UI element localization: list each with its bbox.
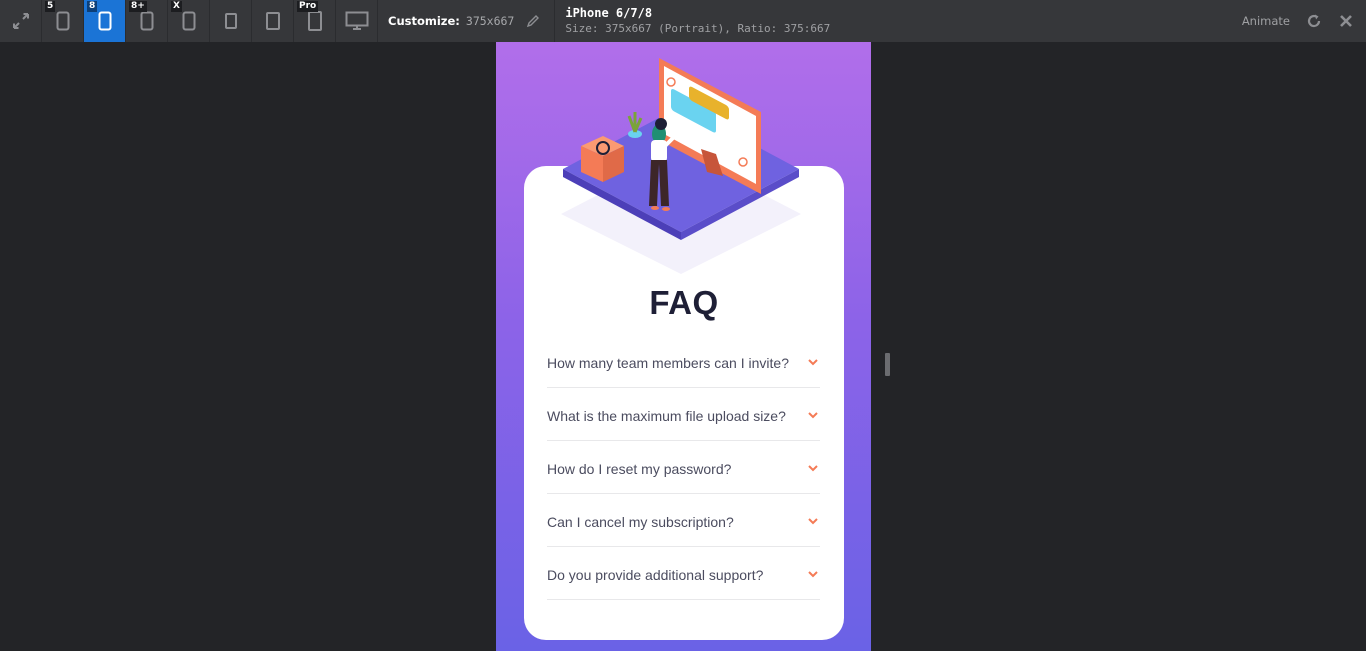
faq-item[interactable]: How many team members can I invite? xyxy=(547,335,820,388)
woman-online-illustration xyxy=(561,58,801,274)
toolbar: 5 8 8+ X Pro Customize: 375x667 iPhone 6… xyxy=(0,0,1366,42)
pencil-icon[interactable] xyxy=(526,14,540,28)
faq-item[interactable]: Do you provide additional support? xyxy=(547,547,820,600)
phone-icon xyxy=(98,11,111,31)
device-ipad-landscape-button[interactable] xyxy=(252,0,294,42)
chevron-down-icon xyxy=(807,516,819,528)
tablet-icon xyxy=(307,11,322,31)
faq-question: Can I cancel my subscription? xyxy=(547,513,734,530)
device-info: iPhone 6/7/8 Size: 375x667 (Portrait), R… xyxy=(555,0,830,42)
device-badge: Pro xyxy=(297,1,319,12)
device-iphone-5-button[interactable]: 5 xyxy=(42,0,84,42)
animate-toggle[interactable]: Animate xyxy=(1242,14,1290,28)
fullscreen-button[interactable] xyxy=(0,0,42,42)
device-badge: 5 xyxy=(45,1,56,12)
faq-question: How many team members can I invite? xyxy=(547,354,789,371)
customize-value: 375x667 xyxy=(465,14,515,28)
faq-item[interactable]: Can I cancel my subscription? xyxy=(547,494,820,547)
chevron-down-icon xyxy=(807,569,819,581)
device-name: iPhone 6/7/8 xyxy=(565,6,653,20)
monitor-icon xyxy=(345,11,368,30)
device-size: Size: 375x667 (Portrait), Ratio: 375:667 xyxy=(565,22,831,35)
customize-label: Customize: xyxy=(388,14,460,28)
rotate-icon[interactable] xyxy=(1306,13,1322,29)
expand-icon xyxy=(12,13,29,29)
faq-question: What is the maximum file upload size? xyxy=(547,407,786,424)
viewport-resize-handle[interactable] xyxy=(885,353,890,376)
phone-icon xyxy=(56,11,69,31)
faq-list: How many team members can I invite? What… xyxy=(547,335,820,600)
faq-item[interactable]: What is the maximum file upload size? xyxy=(547,388,820,441)
customize-size-control[interactable]: Customize: 375x667 xyxy=(378,0,556,42)
device-iphone-8-plus-button[interactable]: 8+ xyxy=(126,0,168,42)
faq-item[interactable]: How do I reset my password? xyxy=(547,441,820,494)
device-ipad-pro-button[interactable]: Pro xyxy=(294,0,336,42)
device-badge: 8 xyxy=(87,1,98,12)
device-badge: 8+ xyxy=(129,1,147,12)
close-icon[interactable] xyxy=(1338,13,1354,29)
chevron-down-icon xyxy=(807,410,819,422)
tablet-icon xyxy=(265,12,280,30)
device-badge: X xyxy=(171,1,182,12)
faq-question: How do I reset my password? xyxy=(547,460,732,477)
chevron-down-icon xyxy=(807,357,819,369)
device-desktop-button[interactable] xyxy=(336,0,378,42)
chevron-down-icon xyxy=(807,463,819,475)
device-iphone-8-button[interactable]: 8 xyxy=(84,0,126,42)
device-viewport: FAQ How many team members can I invite? … xyxy=(496,42,871,651)
faq-question: Do you provide additional support? xyxy=(547,566,764,583)
phone-icon xyxy=(182,11,195,31)
tablet-icon xyxy=(224,13,237,29)
device-ipad-button[interactable] xyxy=(210,0,252,42)
device-iphone-x-button[interactable]: X xyxy=(168,0,210,42)
phone-icon xyxy=(140,11,153,31)
toolbar-right: Animate xyxy=(1242,0,1366,42)
faq-title: FAQ xyxy=(649,284,719,321)
